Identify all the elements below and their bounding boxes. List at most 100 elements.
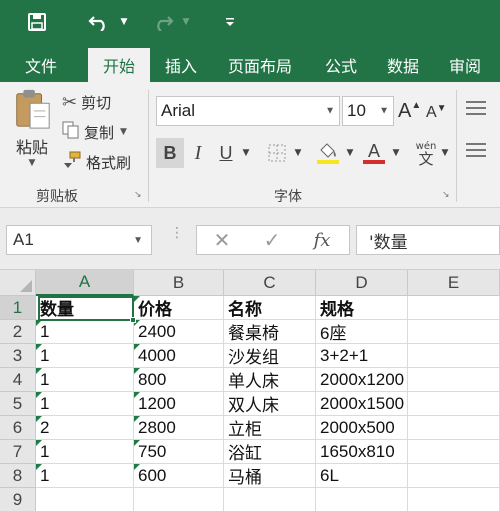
tab-home[interactable]: 开始 xyxy=(88,48,150,82)
row-header-7[interactable]: 7 xyxy=(0,440,36,464)
cell-b8[interactable]: 600 xyxy=(134,464,224,488)
tab-file[interactable]: 文件 xyxy=(12,48,70,82)
cell-a7[interactable]: 1 xyxy=(36,440,134,464)
borders-dropdown-icon[interactable]: ▼ xyxy=(292,138,304,168)
cell-d8[interactable]: 6L xyxy=(316,464,408,488)
cell-a8[interactable]: 1 xyxy=(36,464,134,488)
cell-e6[interactable] xyxy=(408,416,500,440)
save-button[interactable] xyxy=(22,8,52,36)
row-header-9[interactable]: 9 xyxy=(0,488,36,511)
cell-a9[interactable] xyxy=(36,488,134,511)
row-header-2[interactable]: 2 xyxy=(0,320,36,344)
cell-b6[interactable]: 2800 xyxy=(134,416,224,440)
cell-c6[interactable]: 立柜 xyxy=(224,416,316,440)
redo-button[interactable] xyxy=(148,8,178,36)
row-header-1[interactable]: 1 xyxy=(0,296,36,320)
cell-e2[interactable] xyxy=(408,320,500,344)
redo-dropdown-icon[interactable]: ▼ xyxy=(180,8,192,36)
bold-button[interactable]: B xyxy=(156,138,184,168)
select-all-button[interactable] xyxy=(0,270,36,296)
paste-button[interactable]: 粘贴 ▼ xyxy=(8,88,56,168)
column-header-c[interactable]: C xyxy=(224,270,316,296)
tab-review[interactable]: 审阅 xyxy=(436,48,494,82)
row-header-5[interactable]: 5 xyxy=(0,392,36,416)
formula-bar-splitter[interactable]: ⋮ xyxy=(170,226,184,250)
cell-e4[interactable] xyxy=(408,368,500,392)
cell-c1[interactable]: 名称 xyxy=(224,296,316,320)
row-header-6[interactable]: 6 xyxy=(0,416,36,440)
column-header-b[interactable]: B xyxy=(134,270,224,296)
tab-insert[interactable]: 插入 xyxy=(152,48,210,82)
phonetic-guide-button[interactable]: wén 文 xyxy=(412,138,440,168)
cell-a3[interactable]: 1 xyxy=(36,344,134,368)
font-name-combobox[interactable]: Arial ▼ xyxy=(156,96,340,126)
underline-dropdown-icon[interactable]: ▼ xyxy=(240,138,252,168)
fill-color-dropdown-icon[interactable]: ▼ xyxy=(344,138,356,168)
formula-input[interactable]: '数量 xyxy=(356,225,500,255)
cell-b5[interactable]: 1200 xyxy=(134,392,224,416)
cell-b3[interactable]: 4000 xyxy=(134,344,224,368)
font-size-combobox[interactable]: 10 ▼ xyxy=(342,96,394,126)
fill-handle[interactable] xyxy=(130,317,136,323)
cell-c2[interactable]: 餐桌椅 xyxy=(224,320,316,344)
cell-d6[interactable]: 2000x500 xyxy=(316,416,408,440)
row-header-3[interactable]: 3 xyxy=(0,344,36,368)
phonetic-dropdown-icon[interactable]: ▼ xyxy=(440,138,450,168)
cell-a4[interactable]: 1 xyxy=(36,368,134,392)
cell-c4[interactable]: 单人床 xyxy=(224,368,316,392)
cell-b4[interactable]: 800 xyxy=(134,368,224,392)
cell-c9[interactable] xyxy=(224,488,316,511)
cell-c3[interactable]: 沙发组 xyxy=(224,344,316,368)
borders-button[interactable] xyxy=(264,138,290,168)
name-box[interactable]: A1 ▼ xyxy=(6,225,152,255)
cell-c7[interactable]: 浴缸 xyxy=(224,440,316,464)
align-left-icon[interactable] xyxy=(464,140,488,162)
column-header-a[interactable]: A xyxy=(36,270,134,296)
cell-d1[interactable]: 规格 xyxy=(316,296,408,320)
tab-formulas[interactable]: 公式 xyxy=(312,48,370,82)
undo-button[interactable] xyxy=(84,8,114,36)
customize-qat-icon[interactable] xyxy=(222,8,238,36)
cell-a6[interactable]: 2 xyxy=(36,416,134,440)
row-header-4[interactable]: 4 xyxy=(0,368,36,392)
cell-d7[interactable]: 1650x810 xyxy=(316,440,408,464)
cell-e8[interactable] xyxy=(408,464,500,488)
italic-button[interactable]: I xyxy=(186,138,210,168)
align-top-icon[interactable] xyxy=(464,98,488,120)
fill-color-button[interactable] xyxy=(314,138,342,168)
cell-a5[interactable]: 1 xyxy=(36,392,134,416)
cell-d5[interactable]: 2000x1500 xyxy=(316,392,408,416)
cell-b7[interactable]: 750 xyxy=(134,440,224,464)
cell-a1[interactable]: 数量 xyxy=(36,296,134,320)
cell-e7[interactable] xyxy=(408,440,500,464)
dialog-launcher-icon[interactable]: ↘ xyxy=(134,190,144,200)
tab-data[interactable]: 数据 xyxy=(374,48,432,82)
increase-font-size-button[interactable]: A ▲ xyxy=(398,98,421,124)
cell-d4[interactable]: 2000x1200 xyxy=(316,368,408,392)
cell-a2[interactable]: 1 xyxy=(36,320,134,344)
column-header-d[interactable]: D xyxy=(316,270,408,296)
cell-e3[interactable] xyxy=(408,344,500,368)
dialog-launcher-icon[interactable]: ↘ xyxy=(442,190,452,200)
copy-button[interactable]: 复制 ▼ xyxy=(62,120,127,144)
cell-b2[interactable]: 2400 xyxy=(134,320,224,344)
cell-d9[interactable] xyxy=(316,488,408,511)
cell-c8[interactable]: 马桶 xyxy=(224,464,316,488)
insert-function-button[interactable]: fx xyxy=(297,230,347,251)
undo-dropdown-icon[interactable]: ▼ xyxy=(118,8,130,36)
font-color-button[interactable]: A xyxy=(360,138,388,168)
cell-d3[interactable]: 3+2+1 xyxy=(316,344,408,368)
tab-page-layout[interactable]: 页面布局 xyxy=(216,48,304,82)
cell-c5[interactable]: 双人床 xyxy=(224,392,316,416)
cell-b9[interactable] xyxy=(134,488,224,511)
enter-icon[interactable]: ✓ xyxy=(247,228,297,252)
cut-button[interactable]: ✂ 剪切 xyxy=(62,90,111,114)
cell-b1[interactable]: 价格 xyxy=(134,296,224,320)
row-header-8[interactable]: 8 xyxy=(0,464,36,488)
underline-button[interactable]: U xyxy=(214,138,238,168)
font-color-dropdown-icon[interactable]: ▼ xyxy=(390,138,402,168)
cell-e1[interactable] xyxy=(408,296,500,320)
cell-d2[interactable]: 6座 xyxy=(316,320,408,344)
cell-e5[interactable] xyxy=(408,392,500,416)
cancel-icon[interactable]: ✕ xyxy=(197,228,247,252)
